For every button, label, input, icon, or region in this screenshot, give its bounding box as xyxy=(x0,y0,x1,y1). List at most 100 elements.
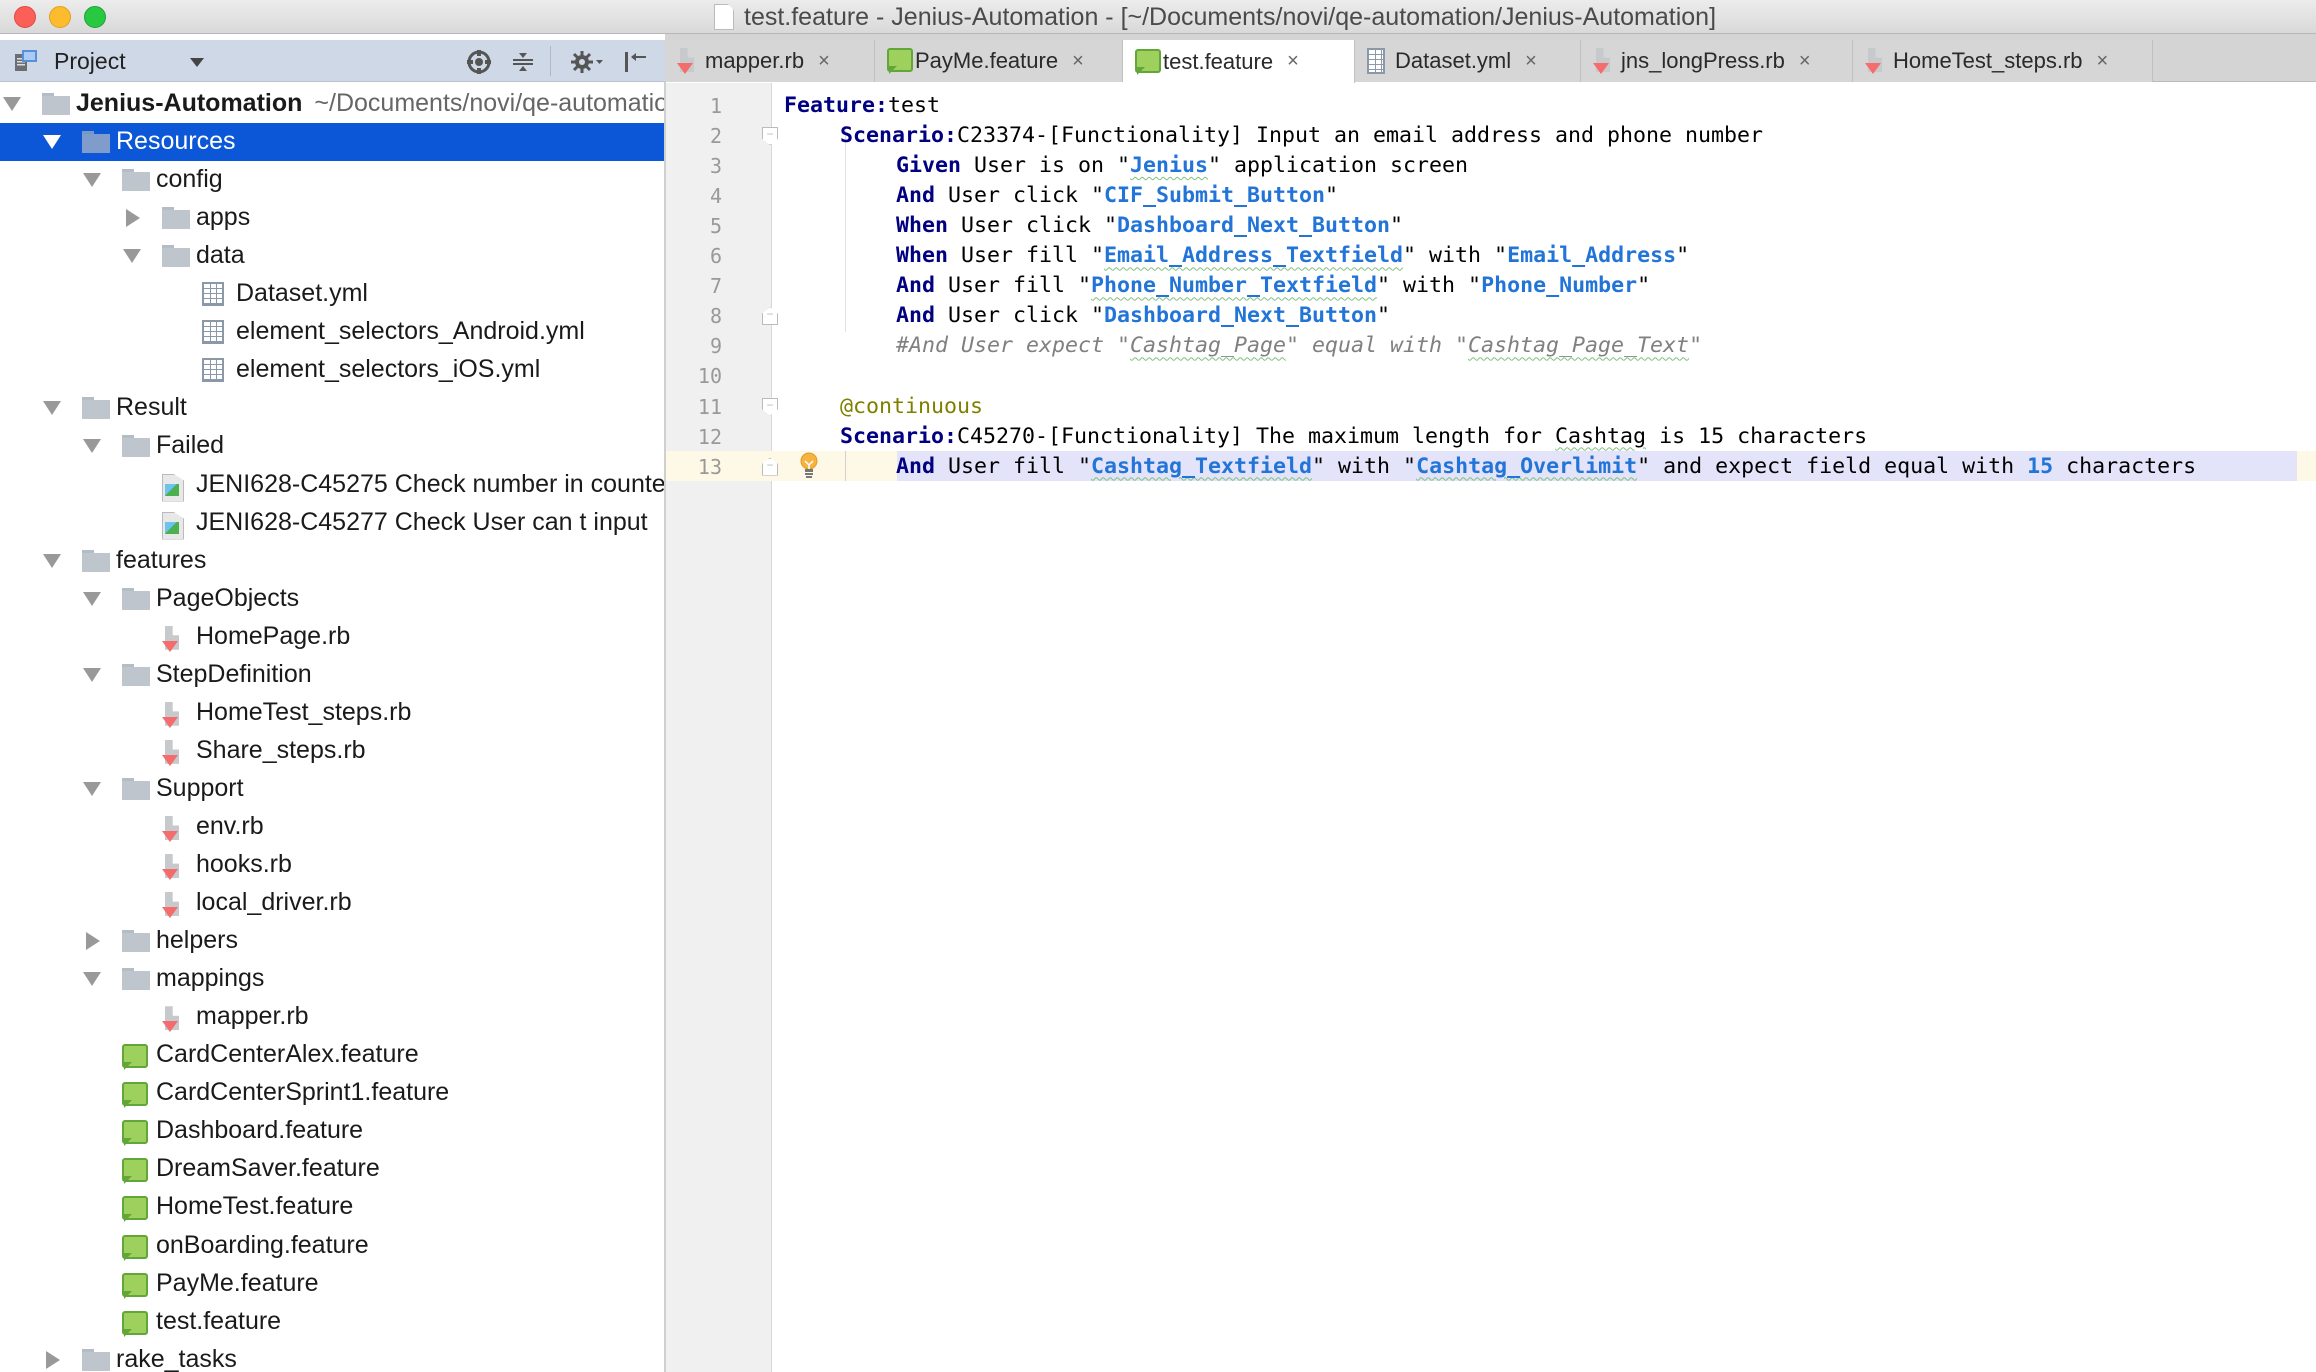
code-line[interactable]: When User fill "Email_Address_Textfield"… xyxy=(896,241,1689,271)
tree-file[interactable]: element_selectors_Android.yml xyxy=(0,313,665,351)
ruby-file-icon xyxy=(162,854,180,880)
close-tab-icon[interactable]: × xyxy=(1072,50,1084,73)
tree-file[interactable]: DreamSaver.feature xyxy=(0,1150,665,1188)
expand-arrow-icon[interactable] xyxy=(83,591,101,606)
code-line[interactable]: Scenario:C23374-[Functionality] Input an… xyxy=(840,121,1763,151)
tab-dataset-yml[interactable]: Dataset.yml × xyxy=(1355,40,1581,82)
locate-icon[interactable] xyxy=(466,49,492,75)
code-token: And xyxy=(896,453,936,479)
code-line[interactable]: And User click "CIF_Submit_Button" xyxy=(896,181,1338,211)
expand-arrow-icon[interactable] xyxy=(3,97,21,111)
tree-item-label: HomeTest_steps.rb xyxy=(196,697,412,726)
gear-icon[interactable] xyxy=(570,49,604,75)
tree-file[interactable]: JENI628-C45277 Check User can t input xyxy=(0,504,665,542)
line-number: 10 xyxy=(697,364,722,389)
feature-file-icon xyxy=(122,1310,148,1337)
project-view-selector[interactable]: Project xyxy=(54,48,126,75)
expand-arrow-icon[interactable] xyxy=(83,667,101,682)
tree-file[interactable]: element_selectors_iOS.yml xyxy=(0,351,665,389)
code-token: Phone_Number xyxy=(1481,273,1638,299)
code-token: Scenario: xyxy=(840,123,958,149)
expand-arrow-icon[interactable] xyxy=(43,401,61,416)
tree-file[interactable]: onBoarding.feature xyxy=(0,1227,665,1265)
code-line[interactable]: #And User expect "Cashtag_Page" equal wi… xyxy=(896,331,1702,361)
close-tab-icon[interactable]: × xyxy=(818,50,830,73)
code-line[interactable]: And User fill "Cashtag_Textfield" with "… xyxy=(896,452,2196,482)
collapse-arrow-icon[interactable] xyxy=(126,209,140,228)
code-line[interactable]: When User click "Dashboard_Next_Button" xyxy=(896,211,1403,241)
tree-file[interactable]: mapper.rb xyxy=(0,998,665,1036)
tree-folder[interactable]: Result xyxy=(0,389,665,427)
expand-arrow-icon[interactable] xyxy=(83,972,101,987)
close-tab-icon[interactable]: × xyxy=(2097,50,2109,73)
tab-payme-feature[interactable]: PayMe.feature × xyxy=(875,40,1123,82)
tree-folder[interactable]: data xyxy=(0,237,665,275)
line-number: 5 xyxy=(709,214,722,239)
tab-test-feature[interactable]: test.feature × xyxy=(1123,40,1355,83)
close-tab-icon[interactable]: × xyxy=(1287,50,1299,73)
tree-folder[interactable]: rake_tasks xyxy=(0,1341,665,1372)
line-number: 12 xyxy=(697,424,722,449)
tree-file[interactable]: CardCenterAlex.feature xyxy=(0,1036,665,1074)
code-line[interactable]: Given User is on "Jenius" application sc… xyxy=(896,151,1468,181)
tree-file[interactable]: CardCenterSprint1.feature xyxy=(0,1074,665,1112)
code-token: Cashtag_Textfield xyxy=(1091,453,1313,479)
code-line[interactable]: Scenario:C45270-[Functionality] The maxi… xyxy=(840,422,1867,452)
expand-arrow-icon[interactable] xyxy=(123,249,141,264)
tree-item-label: Result xyxy=(116,393,187,422)
tree-folder[interactable]: PageObjects xyxy=(0,580,665,618)
close-tab-icon[interactable]: × xyxy=(1525,50,1537,73)
collapse-arrow-icon[interactable] xyxy=(46,1350,60,1369)
tree-file[interactable]: JENI628-C45275 Check number in counter xyxy=(0,466,665,504)
tab-hometest-steps-rb[interactable]: HomeTest_steps.rb × xyxy=(1853,40,2153,82)
code-line[interactable]: Feature:test xyxy=(784,91,940,121)
tree-item-label: element_selectors_Android.yml xyxy=(236,317,585,346)
expand-arrow-icon[interactable] xyxy=(83,173,101,188)
code-token: 15 xyxy=(2027,453,2054,479)
tree-file[interactable]: HomeTest.feature xyxy=(0,1188,665,1226)
tab-jns-longpress-rb[interactable]: jns_longPress.rb × xyxy=(1581,40,1853,82)
tree-root[interactable]: Jenius-Automation ~/Documents/novi/qe-aut… xyxy=(0,85,665,123)
tree-file[interactable]: hooks.rb xyxy=(0,846,665,884)
tree-file[interactable]: HomeTest_steps.rb xyxy=(0,694,665,732)
tree-file[interactable]: env.rb xyxy=(0,808,665,846)
ruby-file-icon xyxy=(162,740,180,766)
close-tab-icon[interactable]: × xyxy=(1799,50,1811,73)
collapse-all-icon[interactable] xyxy=(510,49,536,75)
tree-folder[interactable]: features xyxy=(0,542,665,580)
expand-arrow-icon[interactable] xyxy=(83,781,101,796)
tree-file[interactable]: test.feature xyxy=(0,1303,665,1341)
tree-file[interactable]: Dashboard.feature xyxy=(0,1112,665,1150)
close-window-button[interactable] xyxy=(14,6,36,28)
code-token: Dashboard_Next_Button xyxy=(1104,303,1378,329)
code-line[interactable]: And User click "Dashboard_Next_Button" xyxy=(896,301,1390,331)
tree-folder[interactable]: helpers xyxy=(0,922,665,960)
tree-item-label: hooks.rb xyxy=(196,850,292,878)
minimize-window-button[interactable] xyxy=(49,6,71,28)
tree-file[interactable]: local_driver.rb xyxy=(0,884,665,922)
tree-file[interactable]: Share_steps.rb xyxy=(0,732,665,770)
tree-file[interactable]: HomePage.rb xyxy=(0,618,665,656)
code-line[interactable]: @continuous xyxy=(840,392,983,422)
code-token: " xyxy=(1325,183,1339,209)
folder-icon xyxy=(122,435,150,458)
collapse-arrow-icon[interactable] xyxy=(86,932,100,951)
tree-folder[interactable]: Support xyxy=(0,770,665,808)
tree-folder[interactable]: apps xyxy=(0,199,665,237)
tab-mapper-rb[interactable]: mapper.rb × xyxy=(665,40,875,82)
code-line[interactable]: And User fill "Phone_Number_Textfield" w… xyxy=(896,271,1650,301)
intention-bulb-icon[interactable] xyxy=(799,452,819,480)
expand-arrow-icon[interactable] xyxy=(43,553,61,568)
maximize-window-button[interactable] xyxy=(84,6,106,28)
hide-panel-icon[interactable] xyxy=(622,49,648,75)
expand-arrow-icon[interactable] xyxy=(83,439,101,454)
expand-arrow-icon[interactable] xyxy=(43,135,61,150)
tree-folder[interactable]: config xyxy=(0,161,665,199)
tree-file[interactable]: Dataset.yml xyxy=(0,275,665,313)
tree-folder[interactable]: mappings xyxy=(0,960,665,998)
tree-file[interactable]: PayMe.feature xyxy=(0,1265,665,1303)
tree-folder[interactable]: Resources xyxy=(0,123,665,162)
tree-folder[interactable]: StepDefinition xyxy=(0,656,665,694)
chevron-down-icon[interactable] xyxy=(190,58,204,67)
tree-folder[interactable]: Failed xyxy=(0,427,665,465)
